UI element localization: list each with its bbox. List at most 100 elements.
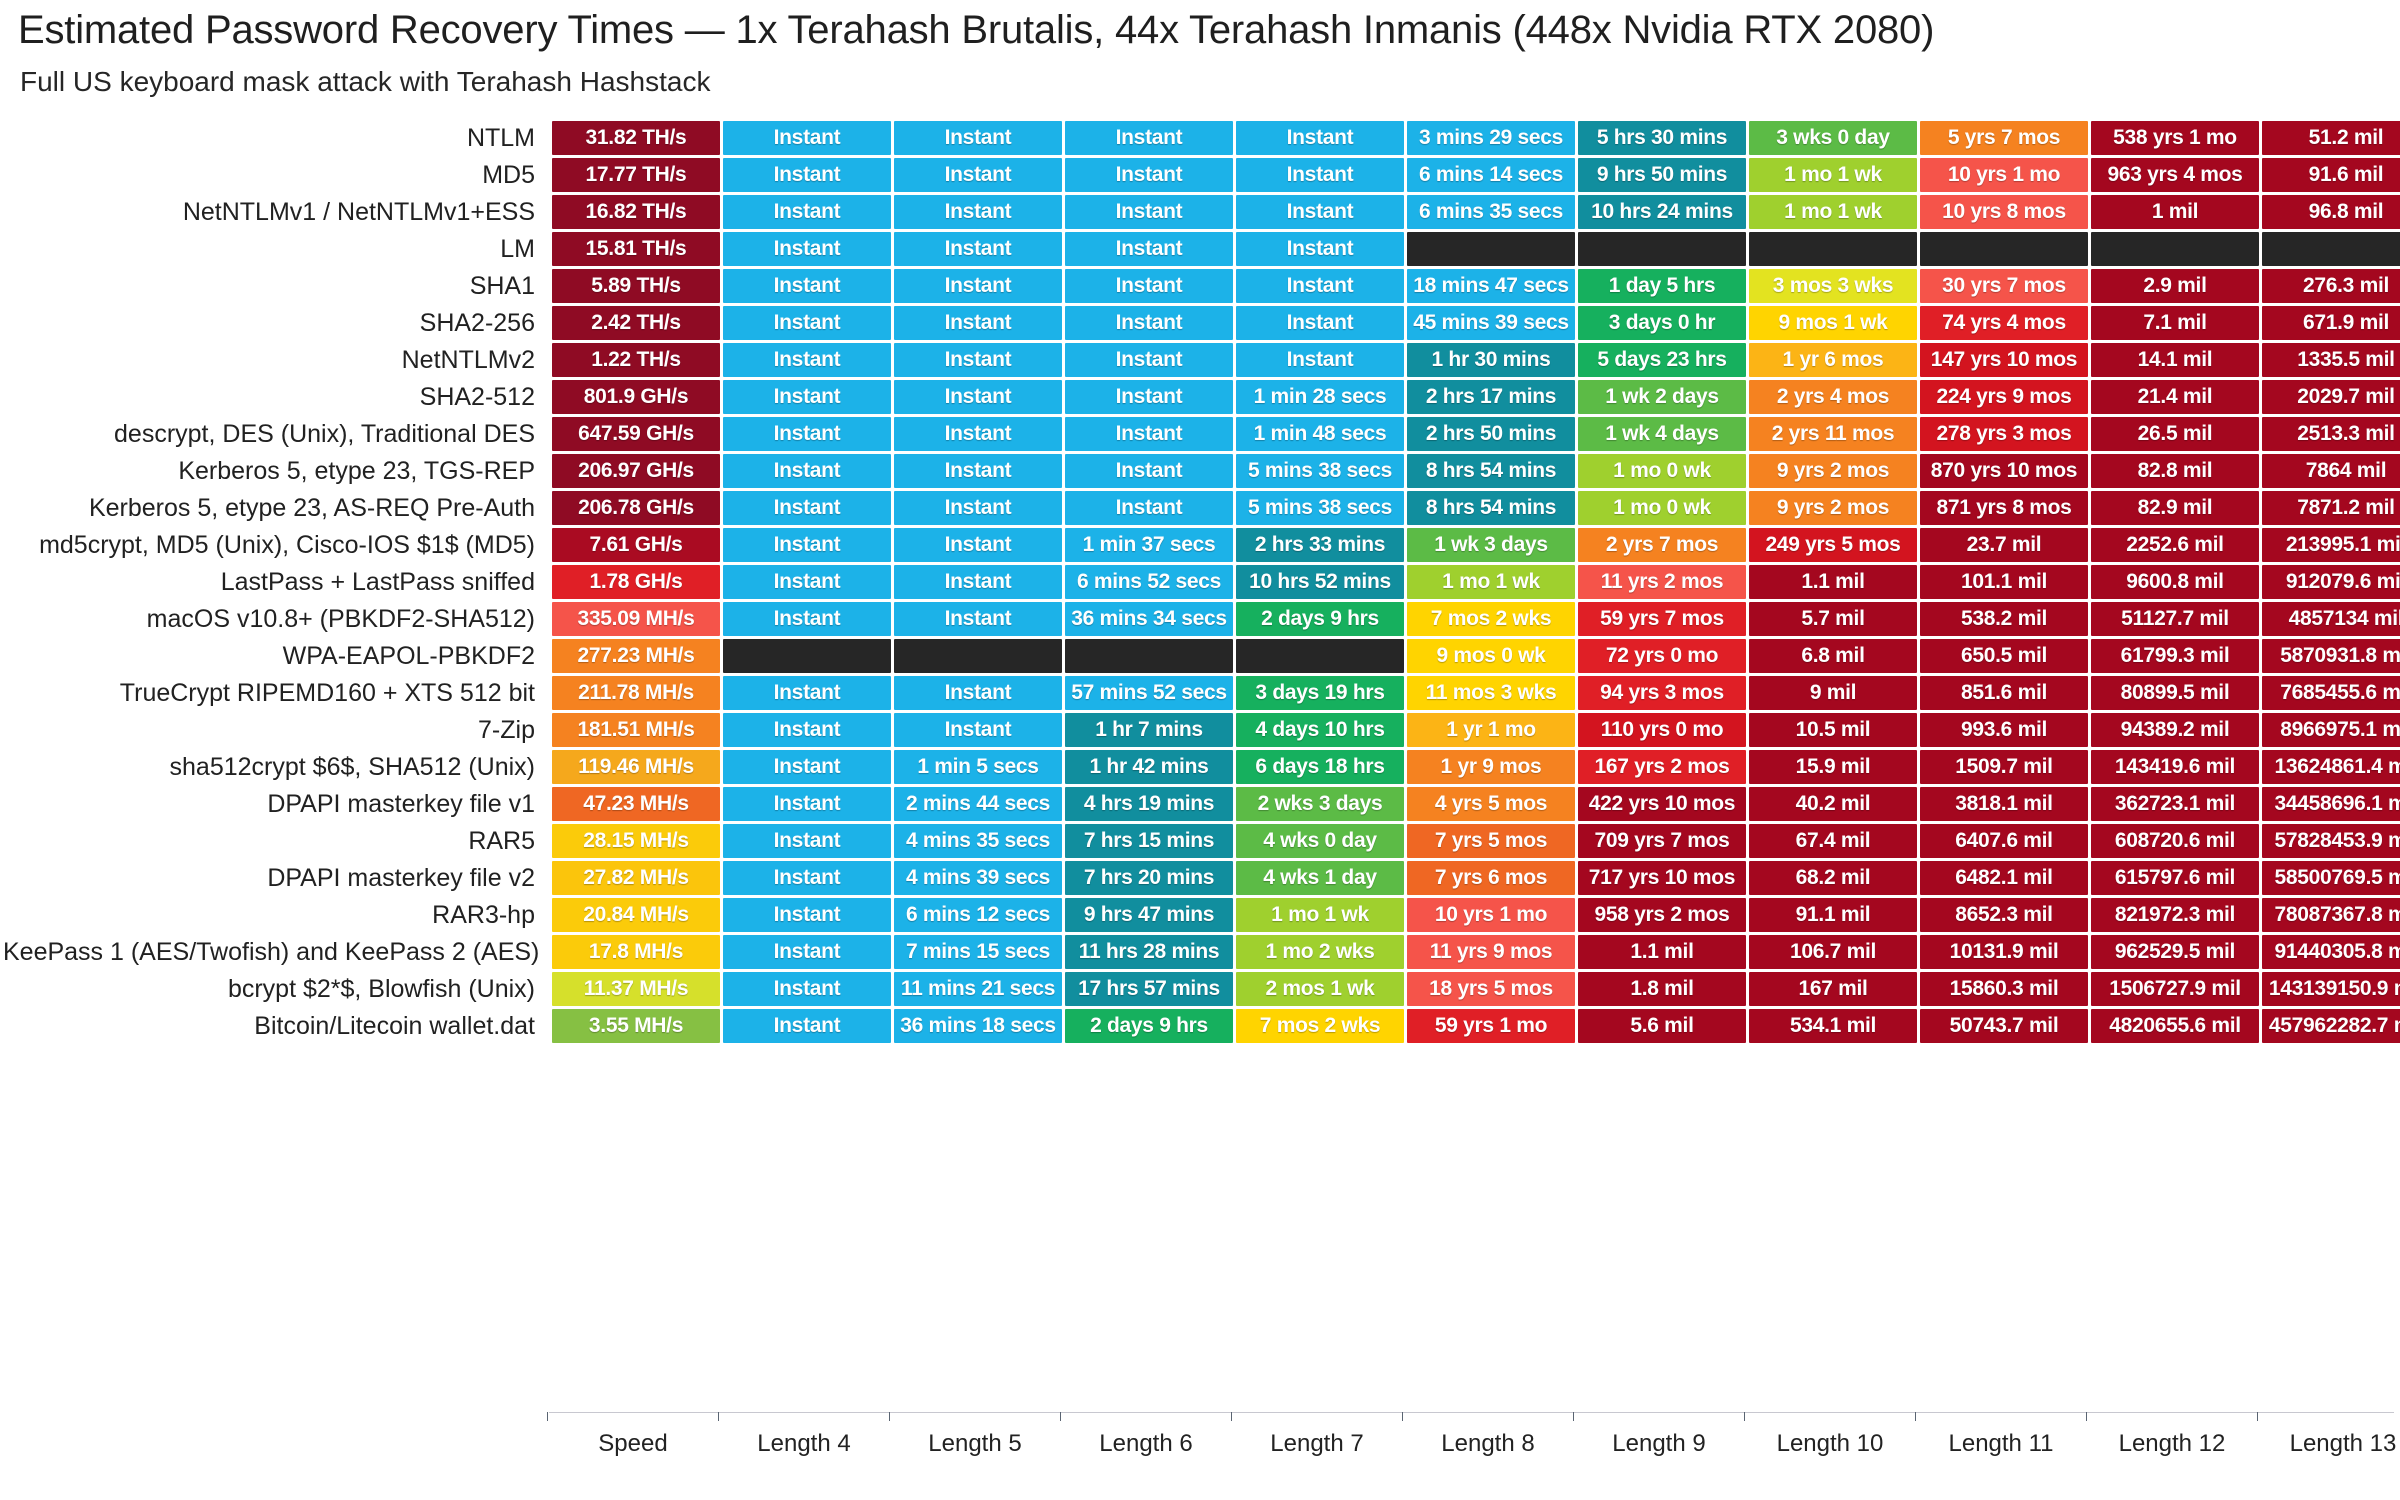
heat-cell-r1-c0: 17.77 TH/s [552, 158, 720, 192]
heat-cell-r19-c2: 4 mins 35 secs [894, 824, 1062, 858]
heat-cell-r13-c5: 7 mos 2 wks [1407, 602, 1575, 636]
heat-cell-r13-c3: 36 mins 34 secs [1065, 602, 1233, 636]
heat-cell-r8-c8: 278 yrs 3 mos [1920, 417, 2088, 451]
row-label-15: TrueCrypt RIPEMD160 + XTS 512 bit [3, 676, 549, 710]
heat-cell-r23-c6: 1.8 mil [1578, 972, 1746, 1006]
heat-cell-r10-c8: 871 yrs 8 mos [1920, 491, 2088, 525]
heat-cell-r8-c7: 2 yrs 11 mos [1749, 417, 1917, 451]
heat-cell-r10-c2: Instant [894, 491, 1062, 525]
heat-cell-r13-c7: 5.7 mil [1749, 602, 1917, 636]
axis-label-2: Length 5 [928, 1430, 1022, 1457]
table-row: WPA-EAPOL-PBKDF2 277.23 MH/s 9 mos 0 wk 72 … [3, 639, 2400, 673]
heat-cell-r16-c9: 94389.2 mil [2091, 713, 2259, 747]
heat-cell-r10-c1: Instant [723, 491, 891, 525]
heat-cell-r14-c3 [1065, 639, 1233, 673]
row-label-9: Kerberos 5, etype 23, TGS-REP [3, 454, 549, 488]
heat-cell-r3-c8 [1920, 232, 2088, 266]
heat-cell-r12-c0: 1.78 GH/s [552, 565, 720, 599]
heat-cell-r14-c0: 277.23 MH/s [552, 639, 720, 673]
heat-cell-r20-c10: 58500769.5 mil [2262, 861, 2400, 895]
table-row: SHA2-512 801.9 GH/s Instant Instant Instant 1… [3, 380, 2400, 414]
row-label-12: LastPass + LastPass sniffed [3, 565, 549, 599]
row-label-16: 7-Zip [3, 713, 549, 747]
heat-cell-r9-c7: 9 yrs 2 mos [1749, 454, 1917, 488]
heat-cell-r8-c2: Instant [894, 417, 1062, 451]
heat-cell-r7-c0: 801.9 GH/s [552, 380, 720, 414]
heat-cell-r18-c10: 34458696.1 mil [2262, 787, 2400, 821]
heat-cell-r13-c8: 538.2 mil [1920, 602, 2088, 636]
heat-cell-r9-c4: 5 mins 38 secs [1236, 454, 1404, 488]
heat-cell-r11-c5: 1 wk 3 days [1407, 528, 1575, 562]
heat-cell-r8-c9: 26.5 mil [2091, 417, 2259, 451]
heat-cell-r23-c4: 2 mos 1 wk [1236, 972, 1404, 1006]
heat-cell-r2-c2: Instant [894, 195, 1062, 229]
row-label-13: macOS v10.8+ (PBKDF2-SHA512) [3, 602, 549, 636]
heat-cell-r7-c1: Instant [723, 380, 891, 414]
heat-cell-r3-c7 [1749, 232, 1917, 266]
heat-cell-r12-c1: Instant [723, 565, 891, 599]
table-row: KeePass 1 (AES/Twofish) and KeePass 2 (A… [3, 935, 2400, 969]
row-label-20: DPAPI masterkey file v2 [3, 861, 549, 895]
heat-cell-r20-c4: 4 wks 1 day [1236, 861, 1404, 895]
heat-cell-r1-c2: Instant [894, 158, 1062, 192]
heat-cell-r16-c10: 8966975.1 mil [2262, 713, 2400, 747]
row-label-23: bcrypt $2*$, Blowfish (Unix) [3, 972, 549, 1006]
heat-cell-r20-c2: 4 mins 39 secs [894, 861, 1062, 895]
heat-cell-r20-c7: 68.2 mil [1749, 861, 1917, 895]
heat-cell-r5-c5: 45 mins 39 secs [1407, 306, 1575, 340]
axis-label-1: Length 4 [757, 1430, 851, 1457]
heat-cell-r16-c7: 10.5 mil [1749, 713, 1917, 747]
heat-cell-r23-c3: 17 hrs 57 mins [1065, 972, 1233, 1006]
heat-cell-r0-c2: Instant [894, 121, 1062, 155]
heat-cell-r5-c6: 3 days 0 hr [1578, 306, 1746, 340]
heat-cell-r6-c3: Instant [1065, 343, 1233, 377]
row-label-18: DPAPI masterkey file v1 [3, 787, 549, 821]
heat-cell-r6-c6: 5 days 23 hrs [1578, 343, 1746, 377]
heat-cell-r21-c4: 1 mo 1 wk [1236, 898, 1404, 932]
row-label-3: LM [3, 232, 549, 266]
heat-cell-r1-c3: Instant [1065, 158, 1233, 192]
heat-cell-r15-c4: 3 days 19 hrs [1236, 676, 1404, 710]
heat-cell-r4-c0: 5.89 TH/s [552, 269, 720, 303]
axis-label-5: Length 8 [1441, 1430, 1535, 1457]
heat-cell-r22-c1: Instant [723, 935, 891, 969]
heat-cell-r24-c4: 7 mos 2 wks [1236, 1009, 1404, 1043]
heat-cell-r12-c8: 101.1 mil [1920, 565, 2088, 599]
axis-label-10: Length 13 [2289, 1430, 2397, 1457]
heat-cell-r4-c3: Instant [1065, 269, 1233, 303]
heat-cell-r9-c5: 8 hrs 54 mins [1407, 454, 1575, 488]
heat-cell-r14-c7: 6.8 mil [1749, 639, 1917, 673]
axis-label-3: Length 6 [1099, 1430, 1193, 1457]
axis-tick-4 [1231, 1412, 1232, 1421]
heat-cell-r12-c6: 11 yrs 2 mos [1578, 565, 1746, 599]
heat-cell-r24-c2: 36 mins 18 secs [894, 1009, 1062, 1043]
table-row: 7-Zip 181.51 MH/s Instant Instant 1 hr 7 min… [3, 713, 2400, 747]
heat-cell-r9-c9: 82.8 mil [2091, 454, 2259, 488]
heat-cell-r9-c1: Instant [723, 454, 891, 488]
heat-cell-r24-c9: 4820655.6 mil [2091, 1009, 2259, 1043]
row-label-21: RAR3-hp [3, 898, 549, 932]
heat-cell-r19-c5: 7 yrs 5 mos [1407, 824, 1575, 858]
heat-cell-r14-c1 [723, 639, 891, 673]
heat-cell-r5-c2: Instant [894, 306, 1062, 340]
table-row: Kerberos 5, etype 23, AS-REQ Pre-Auth 206… [3, 491, 2400, 525]
row-label-5: SHA2-256 [3, 306, 549, 340]
row-label-14: WPA-EAPOL-PBKDF2 [3, 639, 549, 673]
heat-cell-r7-c4: 1 min 28 secs [1236, 380, 1404, 414]
table-row: MD5 17.77 TH/s Instant Instant Instant Instan… [3, 158, 2400, 192]
heat-cell-r20-c3: 7 hrs 20 mins [1065, 861, 1233, 895]
heat-cell-r11-c8: 23.7 mil [1920, 528, 2088, 562]
heat-cell-r5-c0: 2.42 TH/s [552, 306, 720, 340]
heat-cell-r16-c6: 110 yrs 0 mo [1578, 713, 1746, 747]
heat-cell-r0-c6: 5 hrs 30 mins [1578, 121, 1746, 155]
heat-cell-r22-c4: 1 mo 2 wks [1236, 935, 1404, 969]
heat-cell-r9-c8: 870 yrs 10 mos [1920, 454, 2088, 488]
axis-label-9: Length 12 [2118, 1430, 2226, 1457]
heat-cell-r12-c9: 9600.8 mil [2091, 565, 2259, 599]
heat-cell-r19-c7: 67.4 mil [1749, 824, 1917, 858]
heat-cell-r6-c7: 1 yr 6 mos [1749, 343, 1917, 377]
heat-cell-r7-c9: 21.4 mil [2091, 380, 2259, 414]
heat-cell-r24-c7: 534.1 mil [1749, 1009, 1917, 1043]
heat-cell-r1-c7: 1 mo 1 wk [1749, 158, 1917, 192]
heat-cell-r10-c7: 9 yrs 2 mos [1749, 491, 1917, 525]
